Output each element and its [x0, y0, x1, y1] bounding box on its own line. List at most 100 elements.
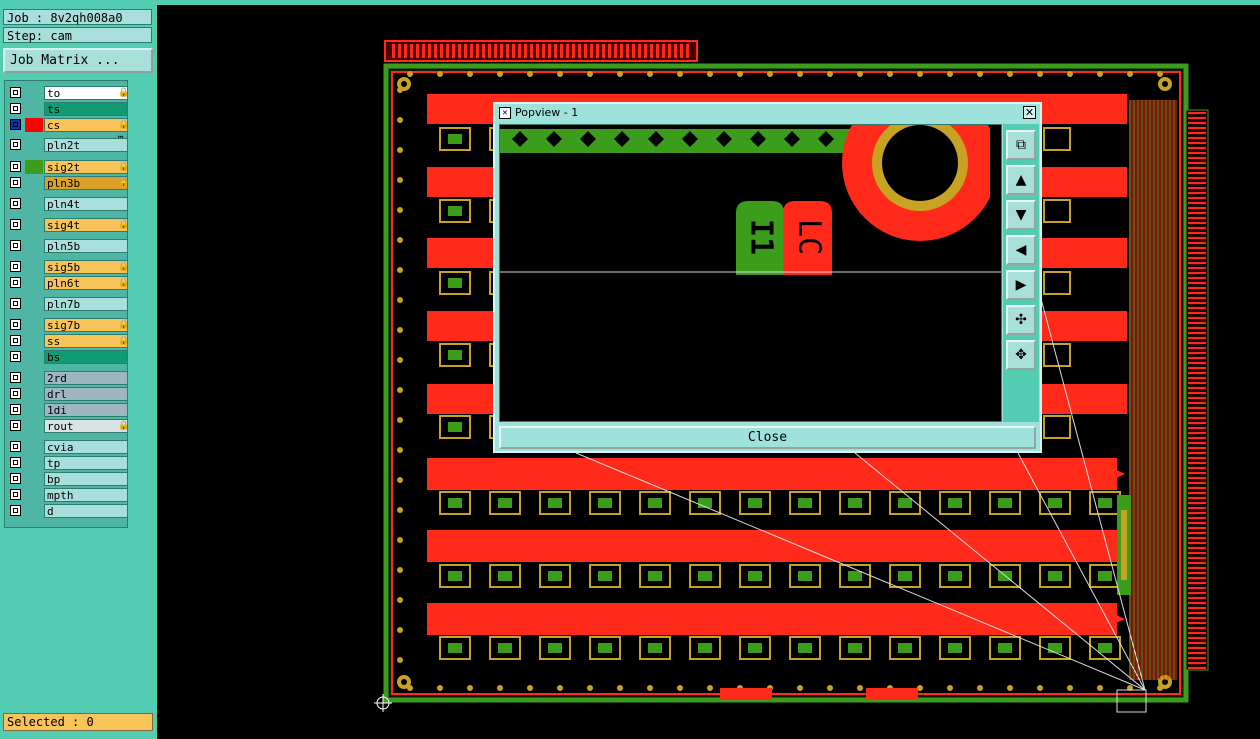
- lock-icon: 🔒: [118, 262, 130, 272]
- layer-name[interactable]: to: [44, 86, 128, 100]
- popview-canvas[interactable]: I1 LC: [499, 85, 1002, 422]
- layer-row-sig4t[interactable]: sig4t 🔒: [8, 218, 129, 232]
- layer-row-pln6t[interactable]: pln6t 🔒: [8, 276, 129, 290]
- layer-color-swatch: [25, 350, 43, 364]
- layer-row-pln3b[interactable]: pln3b 🔒: [8, 176, 129, 190]
- popview-toolbar: ⧉ ▲ ▼ ◀ ▶ ✣ ✥: [1003, 124, 1039, 422]
- layer-checkbox[interactable]: [10, 261, 21, 272]
- zoom-in-icon[interactable]: ✣: [1006, 305, 1036, 335]
- layer-checkbox[interactable]: [10, 161, 21, 172]
- layer-color-swatch: [25, 260, 43, 274]
- layer-checkbox[interactable]: [10, 298, 21, 309]
- layer-name[interactable]: sig7b: [44, 318, 128, 332]
- layer-checkbox[interactable]: [10, 351, 21, 362]
- zoom-out-icon[interactable]: ✥: [1006, 340, 1036, 370]
- pan-left-icon[interactable]: ◀: [1006, 235, 1036, 265]
- pan-up-icon[interactable]: ▲: [1006, 165, 1036, 195]
- pan-right-icon[interactable]: ▶: [1006, 270, 1036, 300]
- lock-icon: 🔒: [118, 336, 130, 346]
- layer-color-swatch: [25, 419, 43, 433]
- layer-checkbox[interactable]: [10, 87, 21, 98]
- layer-name[interactable]: sig4t: [44, 218, 128, 232]
- layer-name[interactable]: bp: [44, 472, 128, 486]
- layer-row-ts[interactable]: ts: [8, 102, 128, 116]
- layer-row-pln7b[interactable]: pln7b: [8, 297, 128, 311]
- layer-name[interactable]: pln5b: [44, 239, 128, 253]
- layer-name[interactable]: pln2t: [44, 138, 128, 152]
- layer-panel: Job : 8v2qh008a0 Step: cam Job Matrix ..…: [0, 0, 157, 739]
- layer-name[interactable]: mpth: [44, 488, 128, 502]
- layer-row-pln5b[interactable]: pln5b: [8, 239, 128, 253]
- layer-row-drl[interactable]: drl: [8, 387, 128, 401]
- layer-checkbox[interactable]: [10, 119, 21, 130]
- layer-checkbox[interactable]: [10, 420, 21, 431]
- layer-color-swatch: [25, 488, 43, 502]
- close-icon[interactable]: ✕: [1023, 106, 1036, 119]
- layer-name[interactable]: cs: [44, 118, 128, 132]
- pan-down-icon[interactable]: ▼: [1006, 200, 1036, 230]
- layer-name[interactable]: 1di: [44, 403, 128, 417]
- layer-row-tp[interactable]: tp: [8, 456, 128, 470]
- layer-name[interactable]: cvia: [44, 440, 128, 454]
- layer-name[interactable]: rout: [44, 419, 128, 433]
- layer-checkbox[interactable]: [10, 319, 21, 330]
- popview-label-i1: I1: [744, 219, 779, 255]
- layer-checkbox[interactable]: [10, 457, 21, 468]
- layer-checkbox[interactable]: [10, 388, 21, 399]
- lock-icon: 🔒: [118, 88, 130, 98]
- layer-row-bs[interactable]: bs: [8, 350, 128, 364]
- popview-title: Popview - 1: [515, 106, 579, 119]
- layer-name[interactable]: tp: [44, 456, 128, 470]
- layer-checkbox[interactable]: [10, 372, 21, 383]
- layer-row-cs[interactable]: cs🔒 ⊞: [8, 118, 129, 144]
- layer-row-pln2t[interactable]: pln2t: [8, 138, 128, 152]
- layer-name[interactable]: drl: [44, 387, 128, 401]
- layer-checkbox[interactable]: [10, 177, 21, 188]
- job-matrix-button[interactable]: Job Matrix ...: [3, 48, 153, 73]
- layer-row-sig7b[interactable]: sig7b 🔒: [8, 318, 130, 332]
- layer-checkbox[interactable]: [10, 473, 21, 484]
- layer-row-mpth[interactable]: mpth: [8, 488, 128, 502]
- layer-row-ss[interactable]: ss 🔒: [8, 334, 130, 348]
- layer-row-to[interactable]: to 🔒: [8, 86, 130, 100]
- popview-titlebar[interactable]: ✕ Popview - 1 ✕: [495, 104, 1040, 122]
- lock-icon: 🔒: [118, 320, 130, 330]
- step-name: Step: cam: [3, 27, 152, 43]
- layer-row-1di[interactable]: 1di: [8, 403, 128, 417]
- layer-name[interactable]: sig2t: [44, 160, 128, 174]
- layer-checkbox[interactable]: [10, 404, 21, 415]
- layer-color-swatch: [25, 371, 43, 385]
- layer-name[interactable]: d: [44, 504, 128, 518]
- layer-row-d[interactable]: d: [8, 504, 128, 518]
- layer-checkbox[interactable]: [10, 219, 21, 230]
- layer-row-cvia[interactable]: cvia: [8, 440, 128, 454]
- layer-name[interactable]: sig5b: [44, 260, 128, 274]
- layer-row-sig5b[interactable]: sig5b 🔒: [8, 260, 130, 274]
- layer-color-swatch: [25, 218, 43, 232]
- layer-checkbox[interactable]: [10, 335, 21, 346]
- layer-name[interactable]: pln6t: [44, 276, 128, 290]
- layer-color-swatch: [25, 176, 43, 190]
- zoom-home-icon[interactable]: ⧉: [1006, 130, 1036, 160]
- layer-name[interactable]: bs: [44, 350, 128, 364]
- close-button[interactable]: Close: [499, 426, 1036, 449]
- layer-name[interactable]: ss: [44, 334, 128, 348]
- layer-checkbox[interactable]: [10, 103, 21, 114]
- layer-name[interactable]: ts: [44, 102, 128, 116]
- layer-name[interactable]: pln3b: [44, 176, 128, 190]
- layer-checkbox[interactable]: [10, 441, 21, 452]
- layer-checkbox[interactable]: [10, 139, 21, 150]
- layer-row-rout[interactable]: rout 🔒: [8, 419, 129, 433]
- layer-name[interactable]: pln7b: [44, 297, 128, 311]
- layer-row-sig2t[interactable]: sig2t 🔒: [8, 160, 129, 174]
- layer-checkbox[interactable]: [10, 277, 21, 288]
- layer-checkbox[interactable]: [10, 198, 21, 209]
- layer-checkbox[interactable]: [10, 240, 21, 251]
- layer-row-pln4t[interactable]: pln4t: [8, 197, 128, 211]
- layer-row-2rd[interactable]: 2rd: [8, 371, 128, 385]
- layer-name[interactable]: 2rd: [44, 371, 128, 385]
- layer-checkbox[interactable]: [10, 489, 21, 500]
- layer-row-bp[interactable]: bp: [8, 472, 128, 486]
- layer-checkbox[interactable]: [10, 505, 21, 516]
- layer-name[interactable]: pln4t: [44, 197, 128, 211]
